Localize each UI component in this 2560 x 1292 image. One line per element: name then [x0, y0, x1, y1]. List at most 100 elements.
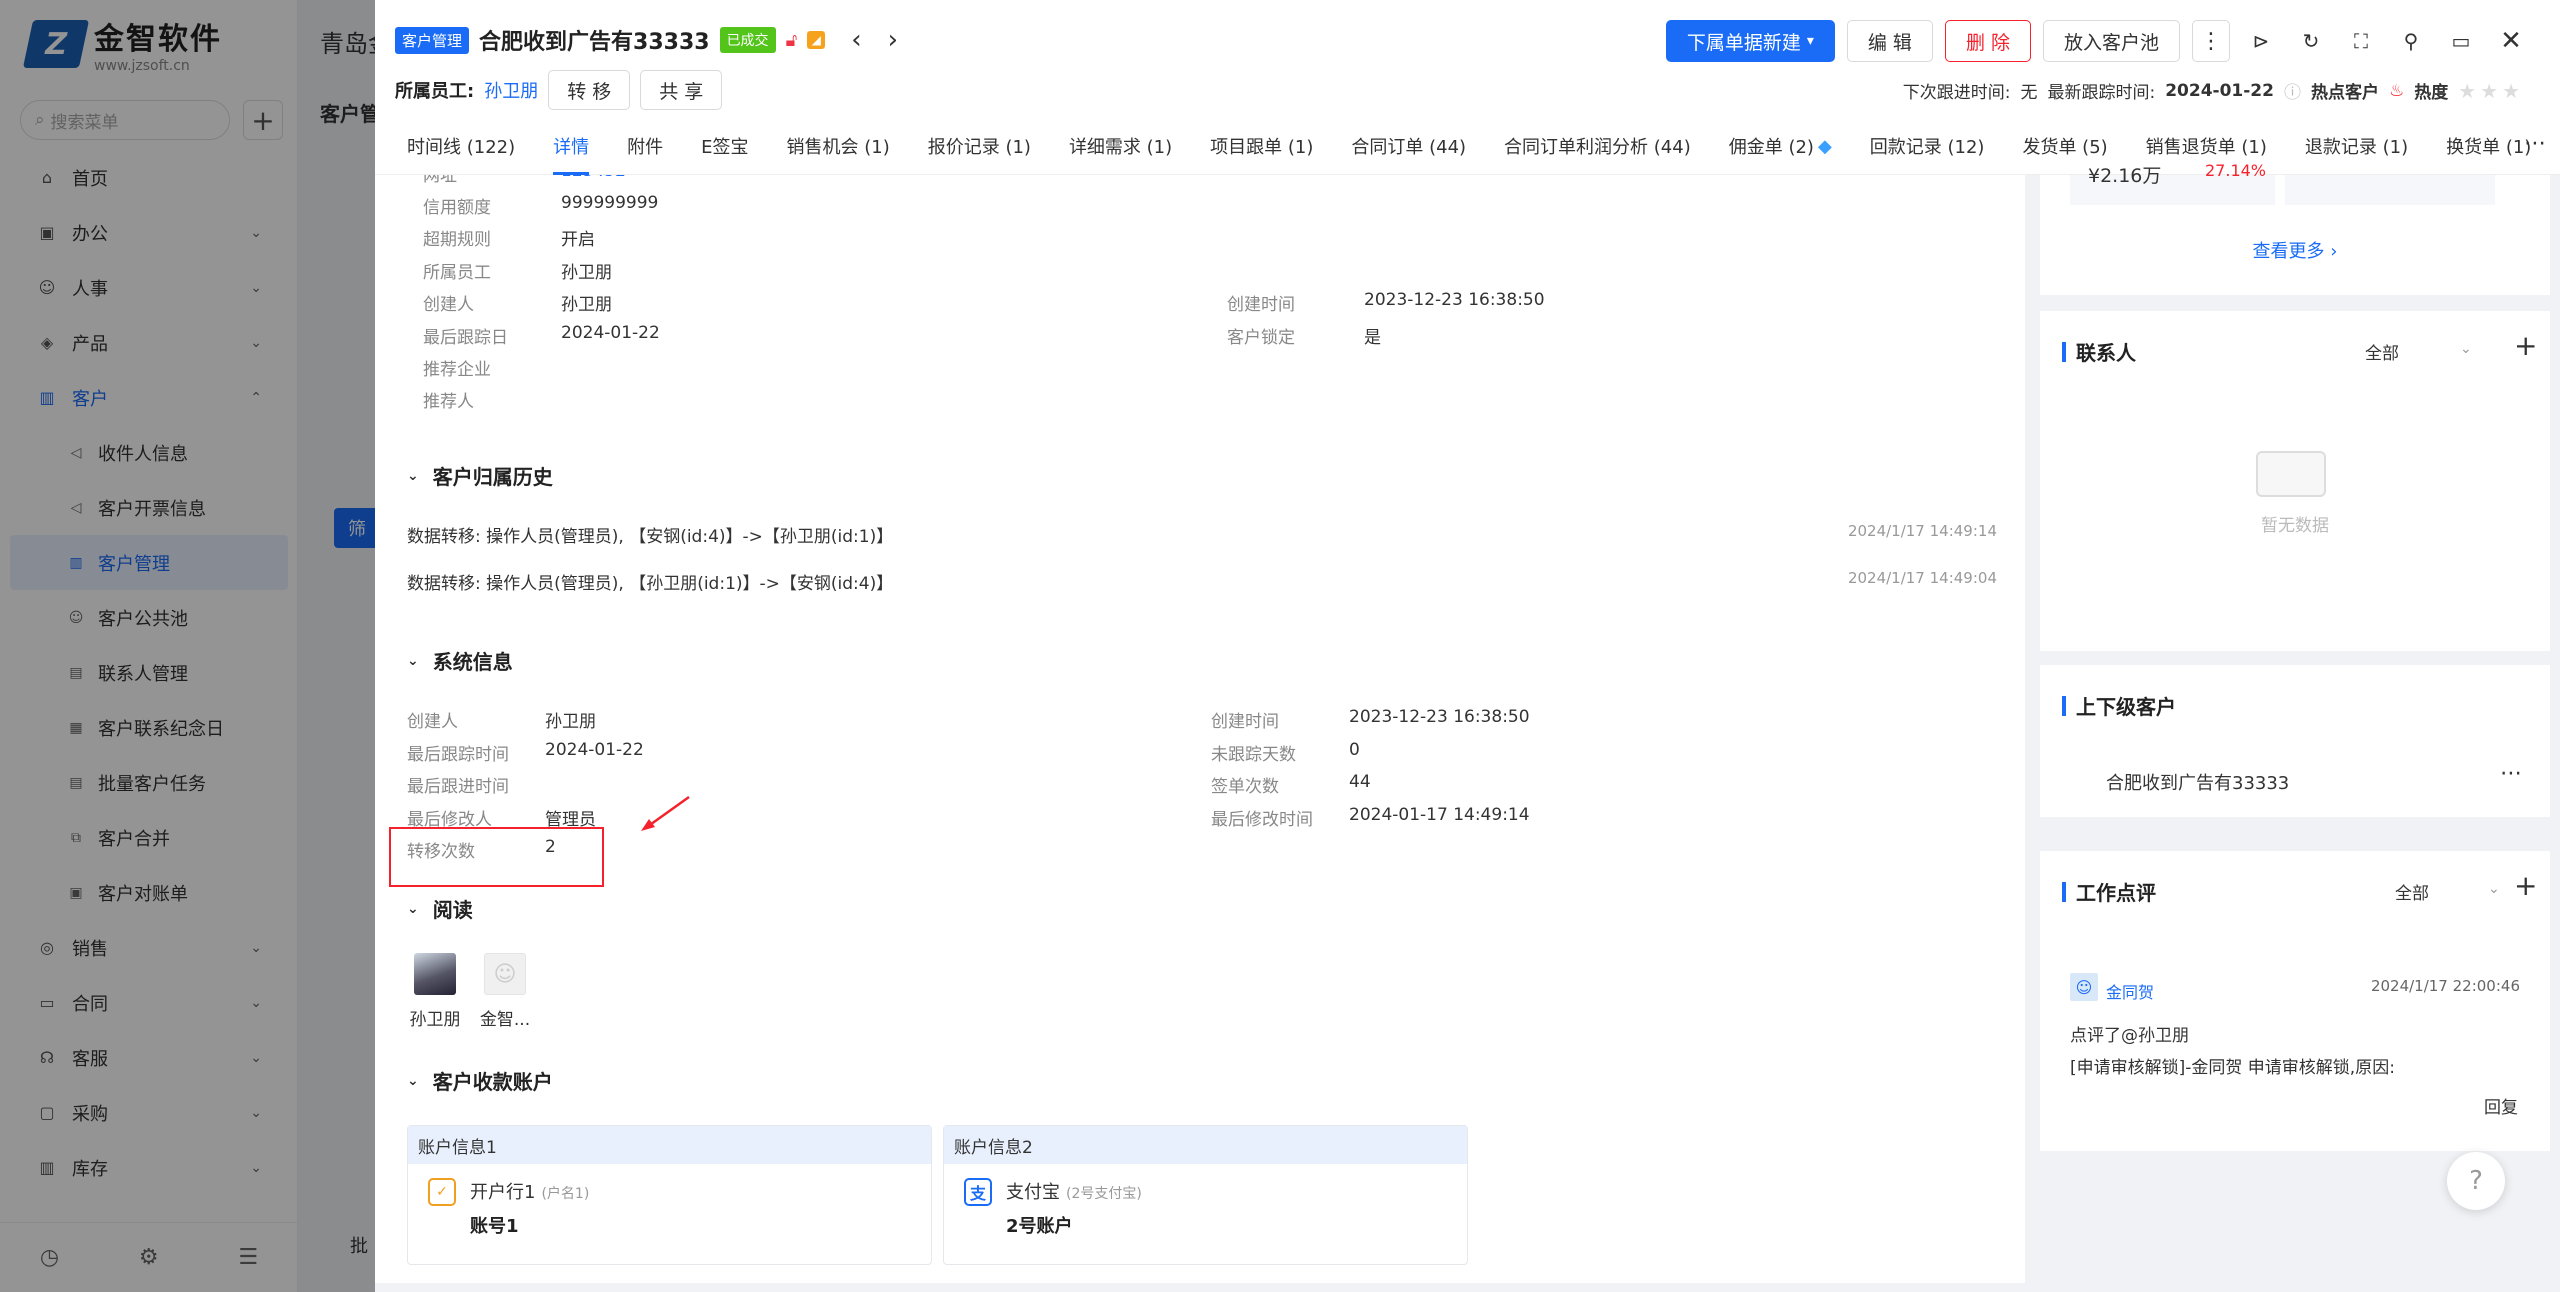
lock-value: 是: [1364, 328, 1381, 348]
more-icon[interactable]: ⋮: [2192, 20, 2230, 62]
chevron-down-icon: ⌄: [407, 467, 419, 484]
account-card-header: 账户信息1: [408, 1126, 931, 1164]
new-sub-document-button[interactable]: 下属单据新建 ▾: [1665, 20, 1835, 62]
review-filter[interactable]: 全部: [2395, 879, 2429, 904]
see-more-link[interactable]: 查看更多 ›: [2040, 237, 2550, 263]
owner-name-link[interactable]: 孙卫朋: [484, 77, 538, 103]
contacts-card: 联系人 全部 ⌄ + 暂无数据: [2040, 311, 2550, 651]
chevron-down-icon: ▾: [1806, 33, 1814, 49]
alipay-icon: 支: [964, 1178, 992, 1206]
prev-record-icon[interactable]: ‹: [851, 25, 861, 55]
account-number: 账号1: [470, 1216, 519, 1237]
tab-esign[interactable]: E签宝: [701, 118, 748, 175]
add-review-icon[interactable]: +: [2514, 869, 2537, 902]
transfer-button[interactable]: 转 移: [548, 70, 631, 110]
system-section-header[interactable]: ⌄ 系统信息: [407, 646, 513, 675]
latest-follow-label: 最新跟踪时间:: [2047, 83, 2156, 103]
review-time: 2024/1/17 22:00:46: [2370, 977, 2520, 995]
tab-requirement[interactable]: 详细需求 (1): [1069, 118, 1172, 175]
account-card[interactable]: 账户信息1 ✓ 开户行1 (户名1) 账号1: [407, 1125, 932, 1265]
tab-detail[interactable]: 详情: [553, 118, 590, 175]
detail-content: 网址 123452 信用额度 999999999 超期规则 开启 所属员工 孙卫…: [375, 175, 2025, 1283]
sys-create-time-value: 2023-12-23 16:38:50: [1349, 707, 1530, 727]
history-row: 数据转移: 操作人员(管理员), 【孙卫朋(id:1)】->【安钢(id:4)】…: [407, 569, 1997, 594]
overdue-value: 开启: [561, 230, 595, 250]
next-record-icon[interactable]: ›: [888, 25, 898, 55]
history-section-header[interactable]: ⌄ 客户归属历史: [407, 461, 553, 490]
tab-contract[interactable]: 合同订单 (44): [1351, 118, 1466, 175]
account-card[interactable]: 账户信息2 支 支付宝 (2号支付宝) 2号账户: [943, 1125, 1468, 1265]
reply-link[interactable]: 回复: [2484, 1093, 2518, 1118]
avatar: ☺: [2070, 973, 2098, 1001]
tab-sales-opportunity[interactable]: 销售机会 (1): [787, 118, 890, 175]
window-icon[interactable]: ▭: [2442, 20, 2480, 62]
review-user[interactable]: 金同贺: [2106, 979, 2154, 1003]
tab-payment[interactable]: 回款记录 (12): [1870, 118, 1985, 175]
credit-value: 999999999: [561, 193, 659, 213]
contacts-filter[interactable]: 全部: [2365, 339, 2399, 364]
tab-exchange[interactable]: 换货单 (1): [2446, 118, 2531, 175]
review-card: 工作点评 全部 ⌄ + ☺ 金同贺 2024/1/17 22:00:46 点评了…: [2040, 851, 2550, 1151]
follow-info: 下次跟进时间: 无 最新跟踪时间: 2024-01-22 ⓘ 热点客户 ♨ 热度…: [1903, 78, 2524, 104]
last-track-label: 最后跟踪日: [423, 328, 508, 348]
account-sub: (户名1): [541, 1186, 590, 1202]
stats-card: ¥2.16万 27.14% 查看更多 ›: [2040, 161, 2550, 295]
last-track-value: 2024-01-22: [561, 323, 660, 343]
sys-untracked-days-value: 0: [1349, 740, 1360, 760]
close-icon[interactable]: ✕: [2492, 20, 2530, 62]
owner-label: 所属员工:: [395, 81, 475, 102]
move-to-pool-button[interactable]: 放入客户池: [2042, 20, 2180, 62]
referrer-label: 推荐人: [423, 392, 474, 412]
sys-modify-time-value: 2024-01-17 14:49:14: [1349, 805, 1530, 825]
parent-customer-item[interactable]: 合肥收到广告有33333: [2106, 769, 2289, 795]
tab-attachment[interactable]: 附件: [627, 118, 663, 175]
help-icon[interactable]: ?: [2447, 1152, 2505, 1210]
sys-last-track-value: 2024-01-22: [545, 740, 644, 760]
creator-value: 孙卫朋: [561, 295, 612, 315]
tab-refund[interactable]: 退款记录 (1): [2305, 118, 2408, 175]
tab-contract-profit[interactable]: 合同订单利润分析 (44): [1504, 118, 1691, 175]
play-icon[interactable]: ⊳: [2242, 20, 2280, 62]
reader-item[interactable]: 孙卫朋: [407, 953, 463, 1030]
sys-last-follow-label: 最后跟进时间: [407, 777, 509, 797]
ref-company-label: 推荐企业: [423, 360, 491, 380]
fullscreen-icon[interactable]: ⛶: [2342, 20, 2380, 62]
history-row: 数据转移: 操作人员(管理员), 【安钢(id:4)】->【孙卫朋(id:1)】…: [407, 522, 1997, 547]
more-icon[interactable]: ⋯: [2500, 761, 2522, 786]
parent-title: 上下级客户: [2062, 691, 2176, 720]
reader-item[interactable]: ☺ 金智...: [475, 953, 535, 1030]
sys-creator-value: 孙卫朋: [545, 712, 596, 732]
tab-timeline[interactable]: 时间线 (122): [407, 118, 515, 175]
right-panel: ¥2.16万 27.14% 查看更多 › 联系人 全部 ⌄ + 暂无数据 上下级…: [2040, 161, 2550, 1292]
avatar: ☺: [484, 953, 526, 995]
accounts-section-header[interactable]: ⌄ 客户收款账户: [407, 1066, 553, 1095]
reading-section-header[interactable]: ⌄ 阅读: [407, 894, 473, 923]
module-tag: 客户管理: [395, 26, 470, 54]
delete-button[interactable]: 删 除: [1944, 20, 2031, 62]
lock-icon: 🔓︎: [785, 29, 798, 51]
tab-commission[interactable]: 佣金单 (2) ◆: [1729, 118, 1832, 175]
link-icon[interactable]: ⚲: [2392, 20, 2430, 62]
review-title: 工作点评: [2062, 877, 2156, 906]
share-button[interactable]: 共 享: [640, 70, 723, 110]
customer-title: 合肥收到广告有33333: [479, 30, 710, 55]
avatar: [414, 953, 456, 995]
edit-button[interactable]: 编 辑: [1846, 20, 1933, 62]
refresh-icon[interactable]: ↻: [2292, 20, 2330, 62]
credit-label: 信用额度: [423, 198, 491, 218]
website-value[interactable]: 123452: [561, 175, 626, 181]
chevron-down-icon[interactable]: ⌄: [2460, 341, 2472, 357]
status-badge: 已成交: [719, 27, 776, 53]
sys-sign-count-label: 签单次数: [1211, 777, 1279, 797]
drawer-header: 客户管理 合肥收到广告有33333 已成交 🔓︎ ◢ ‹ › 下属单据新建 ▾ 编…: [375, 0, 2560, 175]
tab-project[interactable]: 项目跟单 (1): [1210, 118, 1313, 175]
parent-customer-card: 上下级客户 合肥收到广告有33333 ⋯: [2040, 665, 2550, 817]
review-line2: [申请审核解锁]-金同贺 申请审核解锁,原因:: [2070, 1058, 2395, 1078]
account-card-header: 账户信息2: [944, 1126, 1467, 1164]
chevron-down-icon[interactable]: ⌄: [2488, 881, 2500, 897]
heat-stars[interactable]: ★★★: [2458, 79, 2524, 103]
chevron-down-icon: ⌄: [407, 1072, 419, 1089]
tab-quote[interactable]: 报价记录 (1): [928, 118, 1031, 175]
add-contact-icon[interactable]: +: [2514, 329, 2537, 362]
tabs-more-icon[interactable]: ⋯: [2524, 131, 2546, 156]
